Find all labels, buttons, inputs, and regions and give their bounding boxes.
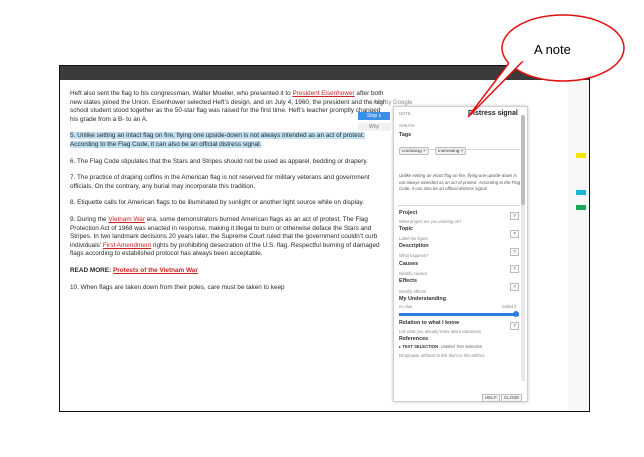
understanding-slider-track[interactable]	[399, 311, 519, 317]
article-body: Heft also sent the flag to his congressm…	[70, 90, 388, 300]
divider	[398, 205, 520, 206]
link-first-amendment[interactable]: First Amendment	[103, 242, 151, 249]
note-title[interactable]: Distress signal	[468, 110, 518, 117]
relation-help-button[interactable]: ?	[510, 322, 519, 330]
tags-label: Tags	[399, 132, 412, 138]
project-label: Project	[399, 210, 418, 216]
project-hint[interactable]: What project are you working on?	[399, 219, 461, 224]
close-button[interactable]: CLOSE	[501, 394, 523, 402]
paragraph-7: 7. The practice of draping coffins in th…	[70, 174, 370, 190]
paragraph-8: 8. Etiquette calls for American flags to…	[70, 199, 365, 207]
causes-label: Causes	[399, 261, 419, 267]
topic-hint[interactable]: Label the figure	[399, 236, 428, 241]
stop-seeing-ad-button[interactable]: Stop s	[358, 112, 390, 120]
note-label: NOTE	[399, 111, 411, 116]
tags-list[interactable]: confusing × interesting ×	[399, 139, 468, 157]
description-label: Description	[399, 243, 429, 249]
note-panel: NOTE Distress signal SHILOH Tags confusi…	[393, 106, 528, 402]
reference-detail: - Untitled Text Selection	[438, 344, 483, 349]
cyan-marker[interactable]	[576, 190, 586, 195]
reference-type: TEXT SELECTION	[402, 344, 439, 349]
paragraph-text: 9. During the	[70, 215, 109, 223]
drop-hint[interactable]: Drop/paste artifacts to link them to thi…	[399, 353, 485, 358]
why-this-ad-button[interactable]: Why	[358, 123, 390, 131]
understanding-label: My Understanding	[399, 296, 447, 302]
help-button[interactable]: HELP	[482, 394, 500, 402]
callout-tail-join	[508, 59, 525, 64]
note-author: SHILOH	[399, 123, 415, 128]
paragraph-heft: Heft also sent the flag to his congressm…	[70, 90, 388, 124]
quoted-text: Unlike setting an intact flag on fire, f…	[399, 173, 521, 192]
understanding-low-label: no clue	[399, 304, 413, 309]
divider	[398, 149, 520, 150]
effects-hint[interactable]: Identify effects	[399, 289, 426, 294]
topic-label: Topic	[399, 226, 413, 232]
highlighted-text[interactable]: 5. Unlike setting an intact flag on fire…	[70, 132, 365, 148]
understanding-high-label: nailed it	[502, 304, 517, 309]
panel-scrollbar[interactable]	[521, 115, 525, 381]
description-help-button[interactable]: ?	[510, 248, 519, 256]
description-hint[interactable]: What happens?	[399, 253, 428, 258]
green-marker[interactable]	[576, 205, 586, 210]
paragraph-6: 6. The Flag Code stipulates that the Sta…	[70, 157, 368, 165]
relation-label: Relation to what I know	[399, 320, 459, 326]
reference-item[interactable]: ▸ TEXT SELECTION- Untitled Text Selectio…	[399, 344, 482, 349]
topic-help-button[interactable]: ?	[510, 230, 519, 238]
causes-hint[interactable]: Identify causes	[399, 271, 427, 276]
paragraph-5: 5. Unlike setting an intact flag on fire…	[70, 132, 388, 149]
paragraph-9: 9. During the Vietnam War era, some demo…	[70, 216, 388, 259]
effects-help-button[interactable]: ?	[510, 283, 519, 291]
link-protests-vietnam-war[interactable]: Protests of the Vietnam War	[113, 267, 198, 274]
understanding-slider-handle[interactable]	[513, 311, 519, 317]
understanding-slider-fill	[399, 313, 519, 316]
right-annotation-strip	[568, 80, 589, 411]
project-help-button[interactable]: ?	[510, 212, 519, 220]
effects-label: Effects	[399, 278, 417, 284]
browser-top-bar	[60, 66, 589, 80]
read-more-label: READ MORE:	[70, 266, 113, 274]
browser-window: Heft also sent the flag to his congressm…	[59, 65, 590, 412]
references-label: References	[399, 336, 429, 342]
relation-hint[interactable]: List what you already know about volcano…	[399, 329, 481, 334]
causes-help-button[interactable]: ?	[510, 265, 519, 273]
callout-text: A note	[534, 42, 571, 57]
link-vietnam-war[interactable]: Vietnam War	[108, 216, 145, 223]
read-more: READ MORE: Protests of the Vietnam War	[70, 267, 388, 276]
paragraph-10: 10. When flags are taken down from their…	[70, 283, 285, 291]
panel-scrollbar-thumb[interactable]	[521, 115, 525, 205]
yellow-marker[interactable]	[576, 153, 586, 158]
paragraph-text: Heft also sent the flag to his congressm…	[70, 90, 293, 97]
